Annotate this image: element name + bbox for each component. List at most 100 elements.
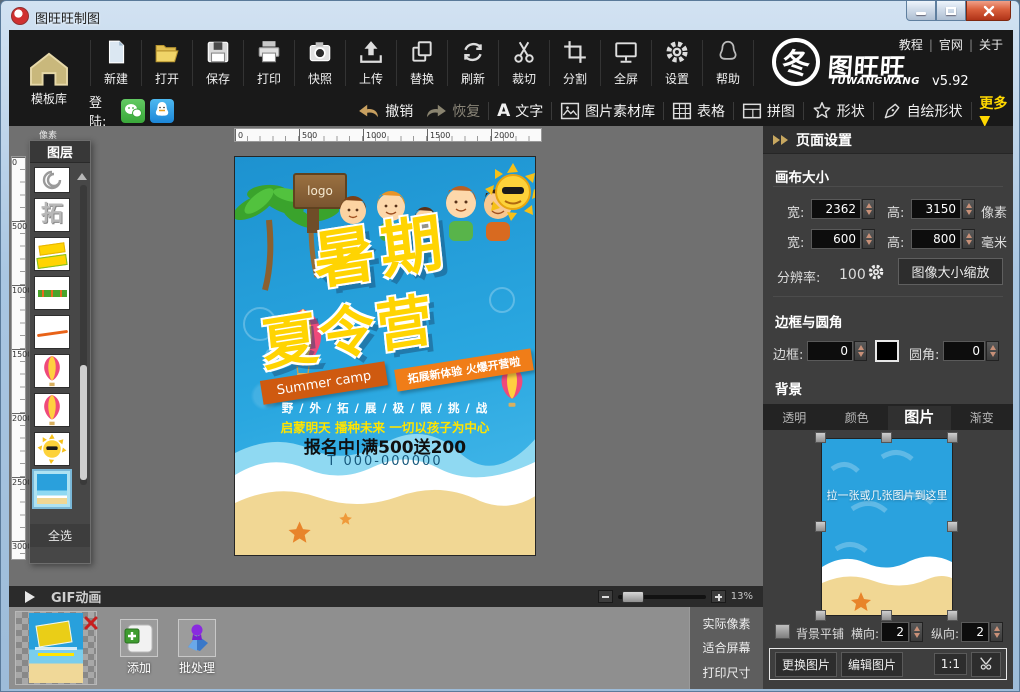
zoom-slider-thumb[interactable] [622,591,644,603]
resize-image-button[interactable]: 图像大小缩放 [898,258,1003,285]
tab-color[interactable]: 颜色 [826,409,889,430]
shape-tool-button[interactable]: 形状 [812,101,865,121]
maximize-button[interactable] [936,1,966,21]
width-px-spinner[interactable] [862,199,875,219]
print-button[interactable]: 打印 [245,32,293,94]
canvas-width-mm-input[interactable] [811,229,861,249]
select-all-button[interactable]: 全选 [30,524,90,547]
canvas-height-px-input[interactable] [911,199,961,219]
add-page-icon [122,621,156,655]
background-image-preview[interactable]: 拉一张或几张图片到这里 [821,438,953,616]
table-tool-button[interactable]: 表格 [672,101,725,121]
layer-thumb-orange-line[interactable] [34,315,70,349]
border-spinner[interactable] [854,341,867,361]
snapshot-button[interactable]: 快照 [296,32,344,94]
resize-handle-nw[interactable] [815,432,826,443]
open-button[interactable]: 打开 [143,32,191,94]
layers-scrollbar[interactable] [80,185,87,485]
scissors-down-icon [978,656,994,670]
layer-thumb-green-text[interactable] [34,276,70,310]
tile-h-spinner[interactable] [910,622,923,642]
border-width-input[interactable] [807,341,853,361]
ratio-1-1-button[interactable]: 1:1 [934,653,967,675]
gif-play-icon[interactable] [25,591,35,603]
tile-h-input[interactable] [881,622,909,642]
gif-frame-thumbnail[interactable] [15,611,97,685]
canvas-size-title: 画布大小 [775,166,829,186]
upload-button[interactable]: 上传 [347,32,395,94]
layer-thumb-beach-background-selected[interactable] [32,469,72,509]
redo-button[interactable]: 恢复 [425,101,480,121]
width-mm-spinner[interactable] [862,229,875,249]
tile-v-spinner[interactable] [990,622,1003,642]
actual-pixels-item[interactable]: 实际像素 [702,615,750,632]
height-px-spinner[interactable] [962,199,975,219]
border-color-swatch[interactable] [875,340,899,362]
undo-button[interactable]: 撤销 [358,101,413,121]
resize-handle-n[interactable] [881,432,892,443]
tile-background-checkbox[interactable] [775,624,790,639]
resize-handle-se[interactable] [947,610,958,621]
fit-screen-item[interactable]: 适合屏幕 [702,639,750,656]
collapse-panel-icon[interactable] [773,135,788,145]
height-mm-spinner[interactable] [962,229,975,249]
maximize-icon [946,7,956,15]
about-link[interactable]: 关于 [979,36,1003,53]
layers-scroll-up-icon[interactable] [77,173,87,180]
tab-image[interactable]: 图片 [888,406,951,430]
tile-v-label: 纵向: [931,625,959,642]
dpi-gear-icon[interactable] [867,263,885,281]
new-button[interactable]: 新建 [92,32,140,94]
help-button[interactable]: 帮助 [704,32,752,94]
split-button[interactable]: 分割 [551,32,599,94]
settings-button[interactable]: 设置 [653,32,701,94]
edit-image-button[interactable]: 编辑图片 [841,652,903,677]
replace-button[interactable]: 替换 [398,32,446,94]
resize-handle-w[interactable] [815,521,826,532]
official-site-link[interactable]: 官网 [939,36,963,53]
radius-spinner[interactable] [986,341,999,361]
cut-background-button[interactable] [971,652,1001,677]
zoom-in-button[interactable] [711,590,726,603]
resize-handle-e[interactable] [947,521,958,532]
fullscreen-button[interactable]: 全屏 [602,32,650,94]
draw-shape-tool-button[interactable]: 自绘形状 [882,101,963,121]
layer-thumb-sun[interactable] [34,432,70,466]
gif-frames-panel: 添加 批处理 实际像素 适合屏幕 打印尺寸 [9,607,763,689]
layer-thumb-title-text[interactable] [34,237,70,271]
print-size-item[interactable]: 打印尺寸 [702,664,750,681]
batch-process-button[interactable]: 批处理 [177,619,217,676]
collage-tool-button[interactable]: 拼图 [742,101,795,121]
zoom-slider[interactable] [618,595,706,599]
close-button[interactable] [966,1,1011,21]
tile-v-input[interactable] [961,622,989,642]
text-tool-button[interactable]: A 文字 [497,101,543,121]
crop-cut-button[interactable]: 裁切 [500,32,548,94]
resize-handle-ne[interactable] [947,432,958,443]
app-body: 模板库 新建 打开 保存 [9,30,1013,689]
resize-handle-s[interactable] [881,610,892,621]
image-library-button[interactable]: 图片素材库 [560,101,655,121]
qq-login-icon[interactable] [150,99,174,123]
delete-frame-icon[interactable] [83,615,99,631]
minimize-button[interactable] [906,1,936,21]
canvas-width-px-input[interactable] [811,199,861,219]
layer-thumb-balloon-1[interactable] [34,354,70,388]
layer-thumb-swirl[interactable] [34,167,70,193]
layer-thumb-calligraphy[interactable]: 拓 [34,198,70,232]
tab-transparent[interactable]: 透明 [763,409,826,430]
poster-canvas[interactable]: logo [234,156,536,556]
wechat-login-icon[interactable] [121,99,145,123]
corner-radius-input[interactable] [943,341,985,361]
more-button[interactable]: 更多▼ [979,93,1013,129]
zoom-out-button[interactable] [598,590,613,603]
resize-handle-sw[interactable] [815,610,826,621]
replace-image-button[interactable]: 更换图片 [775,652,837,677]
layers-scrollbar-thumb[interactable] [80,365,87,480]
save-button[interactable]: 保存 [194,32,242,94]
add-frame-button[interactable]: 添加 [119,619,159,676]
refresh-button[interactable]: 刷新 [449,32,497,94]
canvas-height-mm-input[interactable] [911,229,961,249]
layer-thumb-balloon-2[interactable] [34,393,70,427]
tab-gradient[interactable]: 渐变 [951,409,1014,430]
